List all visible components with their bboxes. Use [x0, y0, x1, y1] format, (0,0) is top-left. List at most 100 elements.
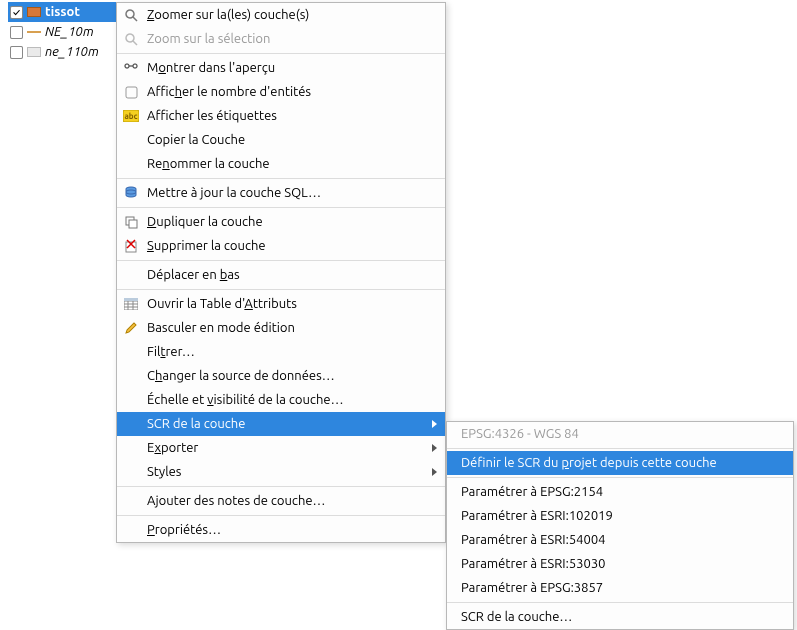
menu-label: Styles: [147, 465, 432, 479]
menu-label: Zoom sur la sélection: [147, 32, 437, 46]
menu-label: Échelle et visibilité de la couche…: [147, 393, 437, 407]
crs-submenu: EPSG:4326 - WGS 84 Définir le SCR du pro…: [446, 421, 794, 630]
blank-icon: [121, 131, 141, 149]
layer-checkbox[interactable]: ✓: [10, 6, 23, 19]
menu-label: Paramétrer à EPSG:2154: [451, 485, 785, 499]
submenu-set-epsg-2154[interactable]: Paramétrer à EPSG:2154: [447, 480, 793, 504]
layer-row-tissot[interactable]: ✓ tissot: [8, 2, 128, 22]
menu-label: Filtrer…: [147, 345, 437, 359]
layer-checkbox[interactable]: [10, 46, 23, 59]
menu-label: EPSG:4326 - WGS 84: [451, 427, 785, 441]
menu-separator: [117, 53, 445, 54]
blank-icon: [121, 492, 141, 510]
menu-separator: [117, 515, 445, 516]
menu-remove-layer[interactable]: Supprimer la couche: [117, 234, 445, 258]
layer-swatch-icon: [27, 31, 41, 33]
svg-text:abc: abc: [124, 112, 137, 121]
menu-update-sql[interactable]: Mettre à jour la couche SQL…: [117, 181, 445, 205]
menu-label: Propriétés…: [147, 523, 437, 537]
layer-label: ne_110m: [45, 45, 99, 59]
menu-label: Changer la source de données…: [147, 369, 437, 383]
table-icon: [121, 295, 141, 313]
menu-label: SCR de la couche: [147, 417, 432, 431]
menu-label: Mettre à jour la couche SQL…: [147, 186, 437, 200]
blank-icon: [121, 521, 141, 539]
menu-label: Zoomer sur la(les) couche(s): [147, 8, 437, 22]
menu-label: Paramétrer à ESRI:53030: [451, 557, 785, 571]
menu-label: Définir le SCR du projet depuis cette co…: [451, 456, 785, 470]
menu-change-data-source[interactable]: Changer la source de données…: [117, 364, 445, 388]
menu-label: Supprimer la couche: [147, 239, 437, 253]
menu-styles[interactable]: Styles: [117, 460, 445, 484]
menu-duplicate-layer[interactable]: Dupliquer la couche: [117, 210, 445, 234]
menu-label: Ajouter des notes de couche…: [147, 494, 437, 508]
menu-filter[interactable]: Filtrer…: [117, 340, 445, 364]
submenu-set-project-crs[interactable]: Définir le SCR du projet depuis cette co…: [447, 451, 793, 475]
submenu-layer-crs-dialog[interactable]: SCR de la couche…: [447, 605, 793, 629]
menu-separator: [447, 448, 793, 449]
blank-icon: [121, 439, 141, 457]
menu-label: Afficher le nombre d'entités: [147, 85, 437, 99]
submenu-set-esri-102019[interactable]: Paramétrer à ESRI:102019: [447, 504, 793, 528]
database-icon: [121, 184, 141, 202]
menu-label: Paramétrer à ESRI:102019: [451, 509, 785, 523]
menu-separator: [117, 486, 445, 487]
menu-label: Afficher les étiquettes: [147, 109, 437, 123]
layer-checkbox[interactable]: [10, 26, 23, 39]
layer-context-menu: Zoomer sur la(les) couche(s) Zoom sur la…: [116, 2, 446, 543]
menu-rename-layer[interactable]: Renommer la couche: [117, 152, 445, 176]
submenu-set-esri-54004[interactable]: Paramétrer à ESRI:54004: [447, 528, 793, 552]
menu-label: Basculer en mode édition: [147, 321, 437, 335]
layer-swatch-icon: [27, 47, 41, 57]
submenu-set-epsg-3857[interactable]: Paramétrer à EPSG:3857: [447, 576, 793, 600]
layer-row-ne10m[interactable]: NE_10m: [8, 22, 128, 42]
checkbox-empty-icon: [121, 83, 141, 101]
blank-icon: [121, 367, 141, 385]
menu-label: Paramétrer à EPSG:3857: [451, 581, 785, 595]
menu-add-layer-notes[interactable]: Ajouter des notes de couche…: [117, 489, 445, 513]
menu-show-labels[interactable]: abc Afficher les étiquettes: [117, 104, 445, 128]
menu-label: Paramétrer à ESRI:54004: [451, 533, 785, 547]
menu-toggle-editing[interactable]: Basculer en mode édition: [117, 316, 445, 340]
menu-scale-visibility[interactable]: Échelle et visibilité de la couche…: [117, 388, 445, 412]
menu-move-to-bottom[interactable]: Déplacer en bas: [117, 263, 445, 287]
blank-icon: [121, 266, 141, 284]
submenu-set-esri-53030[interactable]: Paramétrer à ESRI:53030: [447, 552, 793, 576]
layers-panel: ✓ tissot NE_10m ne_110m: [8, 2, 128, 62]
blank-icon: [121, 415, 141, 433]
menu-open-attribute-table[interactable]: Ouvrir la Table d'Attributs: [117, 292, 445, 316]
blank-icon: [121, 391, 141, 409]
remove-icon: [121, 237, 141, 255]
blank-icon: [121, 463, 141, 481]
menu-label: Ouvrir la Table d'Attributs: [147, 297, 437, 311]
menu-zoom-to-layer[interactable]: Zoomer sur la(les) couche(s): [117, 3, 445, 27]
layer-swatch-icon: [27, 7, 41, 17]
menu-separator: [447, 477, 793, 478]
menu-separator: [117, 178, 445, 179]
menu-layer-crs[interactable]: SCR de la couche: [117, 412, 445, 436]
menu-copy-layer[interactable]: Copier la Couche: [117, 128, 445, 152]
menu-separator: [117, 289, 445, 290]
menu-export[interactable]: Exporter: [117, 436, 445, 460]
duplicate-icon: [121, 213, 141, 231]
menu-separator: [117, 207, 445, 208]
blank-icon: [121, 155, 141, 173]
menu-show-feature-count[interactable]: Afficher le nombre d'entités: [117, 80, 445, 104]
menu-label: Déplacer en bas: [147, 268, 437, 282]
submenu-arrow-icon: [432, 444, 437, 452]
menu-label: Exporter: [147, 441, 432, 455]
layer-label: tissot: [45, 5, 80, 19]
zoom-selection-icon: [121, 30, 141, 48]
overview-icon: [121, 59, 141, 77]
menu-separator: [447, 602, 793, 603]
layer-row-ne110m[interactable]: ne_110m: [8, 42, 128, 62]
submenu-arrow-icon: [432, 468, 437, 476]
pencil-icon: [121, 319, 141, 337]
menu-properties[interactable]: Propriétés…: [117, 518, 445, 542]
zoom-icon: [121, 6, 141, 24]
menu-label: Dupliquer la couche: [147, 215, 437, 229]
menu-label: Montrer dans l'aperçu: [147, 61, 437, 75]
submenu-current-crs: EPSG:4326 - WGS 84: [447, 422, 793, 446]
label-icon: abc: [121, 107, 141, 125]
menu-show-in-overview[interactable]: Montrer dans l'aperçu: [117, 56, 445, 80]
